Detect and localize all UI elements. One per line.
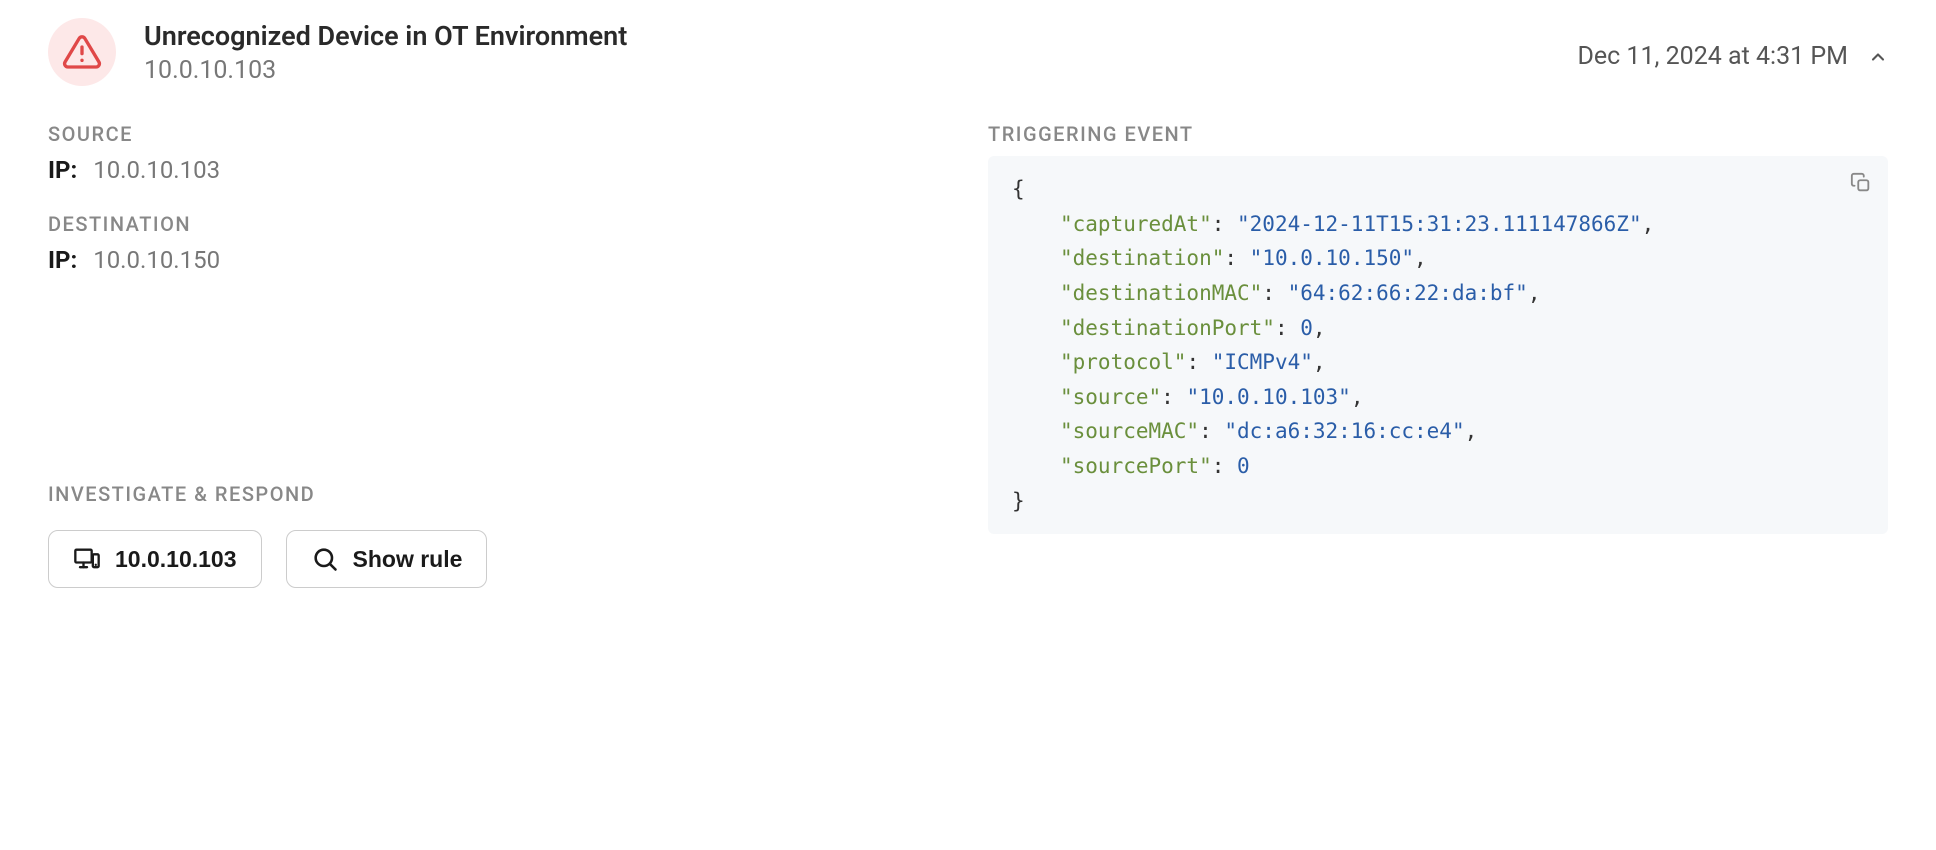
device-button[interactable]: 10.0.10.103 — [48, 530, 262, 588]
source-label: SOURCE — [48, 122, 948, 146]
alert-header: Unrecognized Device in OT Environment 10… — [48, 18, 1888, 86]
destination-ip-row: IP: 10.0.10.150 — [48, 246, 948, 274]
source-section: SOURCE IP: 10.0.10.103 — [48, 122, 948, 212]
triggering-event-label: TRIGGERING EVENT — [988, 122, 1888, 146]
copy-button[interactable] — [1846, 168, 1876, 201]
alert-title: Unrecognized Device in OT Environment — [144, 20, 1549, 52]
show-rule-button[interactable]: Show rule — [286, 530, 488, 588]
json-code-block: { "capturedAt": "2024-12-11T15:31:23.111… — [988, 156, 1888, 534]
destination-label: DESTINATION — [48, 212, 948, 236]
destination-ip-value: 10.0.10.150 — [93, 246, 220, 274]
respond-section: INVESTIGATE & RESPOND 10.0.10.103 — [48, 302, 948, 588]
respond-label: INVESTIGATE & RESPOND — [48, 482, 948, 506]
destination-section: DESTINATION IP: 10.0.10.150 — [48, 212, 948, 302]
alert-subtitle: 10.0.10.103 — [144, 56, 1549, 85]
json-content: { "capturedAt": "2024-12-11T15:31:23.111… — [1012, 172, 1864, 518]
devices-icon — [73, 545, 101, 573]
alert-body: SOURCE IP: 10.0.10.103 DESTINATION IP: 1… — [48, 122, 1888, 588]
right-column: TRIGGERING EVENT { "capturedAt": "2024-1… — [988, 122, 1888, 588]
destination-ip-label: IP: — [48, 246, 77, 274]
source-ip-label: IP: — [48, 156, 77, 184]
source-ip-value: 10.0.10.103 — [93, 156, 220, 184]
alert-timestamp: Dec 11, 2024 at 4:31 PM — [1577, 42, 1848, 71]
alert-header-text: Unrecognized Device in OT Environment 10… — [144, 18, 1549, 85]
alert-header-right: Dec 11, 2024 at 4:31 PM — [1577, 18, 1888, 71]
collapse-toggle[interactable] — [1868, 47, 1888, 67]
source-ip-row: IP: 10.0.10.103 — [48, 156, 948, 184]
show-rule-button-label: Show rule — [353, 546, 463, 573]
chevron-up-icon — [1868, 47, 1888, 67]
alert-icon — [48, 18, 116, 86]
copy-icon — [1850, 172, 1872, 194]
left-column: SOURCE IP: 10.0.10.103 DESTINATION IP: 1… — [48, 122, 948, 588]
device-button-label: 10.0.10.103 — [115, 546, 237, 573]
magnify-icon — [311, 545, 339, 573]
respond-button-row: 10.0.10.103 Show rule — [48, 530, 948, 588]
